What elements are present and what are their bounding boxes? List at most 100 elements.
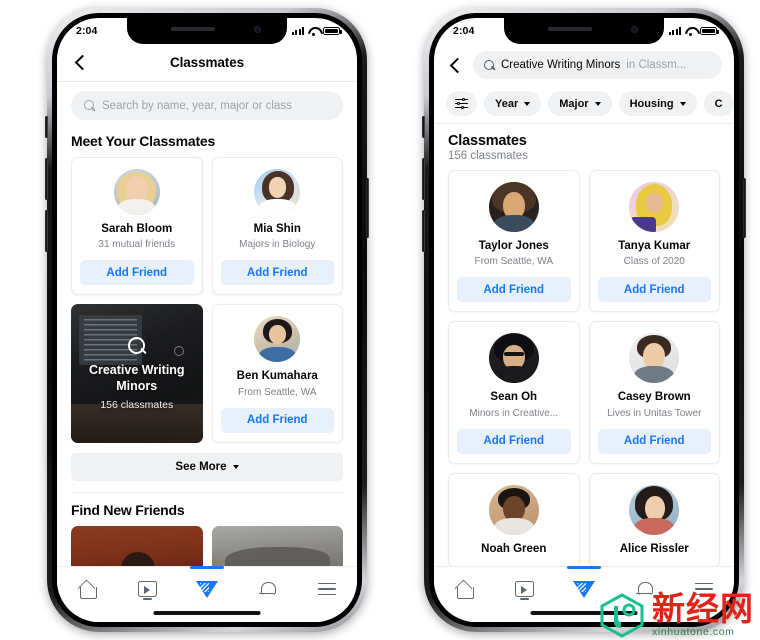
classmate-card[interactable]: Noah Green (448, 472, 580, 569)
battery-icon (700, 26, 719, 36)
classmate-card[interactable]: Sean Oh Minors in Creative... Add Friend (448, 321, 580, 464)
search-container: Search by name, year, major or class (57, 82, 357, 124)
classmate-card[interactable]: Tanya Kumar Class of 2020 Add Friend (588, 170, 720, 313)
watch-video-icon (514, 581, 534, 600)
avatar (488, 484, 539, 535)
silent-switch[interactable] (422, 116, 425, 138)
search-input[interactable]: Creative Writing Minors in Classm... (473, 51, 722, 79)
avatar (629, 484, 680, 535)
search-input[interactable]: Search by name, year, major or class (71, 91, 343, 120)
see-more-button[interactable]: See More (71, 452, 343, 481)
home-icon (78, 581, 97, 599)
home-indicator[interactable] (530, 611, 638, 615)
chevron-down-icon (594, 101, 601, 106)
phone-left: 2:04 Classmates Search by name, year, ma… (45, 8, 369, 632)
classmate-card-grid: Taylor Jones From Seattle, WA Add Friend (434, 170, 734, 569)
classmate-name: Casey Brown (617, 391, 691, 404)
classmate-card[interactable]: Mia Shin Majors in Biology Add Friend (211, 157, 343, 296)
search-placeholder: Search by name, year, major or class (102, 99, 292, 112)
scroll-content[interactable]: Meet Your Classmates Sarah Bloom 31 mutu… (57, 124, 357, 622)
classmate-card[interactable]: Taylor Jones From Seattle, WA Add Friend (448, 170, 580, 313)
notch (127, 18, 287, 44)
add-friend-button[interactable]: Add Friend (457, 277, 571, 303)
classmate-card[interactable]: Casey Brown Lives in Unitas Tower Add Fr… (588, 321, 720, 464)
volume-down-button[interactable] (422, 210, 425, 252)
avatar (488, 333, 539, 384)
group-card-creative-writing-minors[interactable]: Creative Writing Minors 156 classmates (71, 304, 203, 443)
volume-up-button[interactable] (422, 158, 425, 200)
group-title: Creative Writing Minors (88, 363, 185, 394)
tab-home[interactable] (67, 576, 107, 602)
groups-triangle-icon (196, 580, 218, 598)
earpiece-speaker (171, 27, 215, 31)
avatar (113, 169, 160, 215)
tab-groups[interactable] (564, 566, 604, 602)
front-camera (631, 26, 638, 33)
classmate-card[interactable]: Alice Rissler (588, 472, 720, 569)
add-friend-button[interactable]: Add Friend (220, 407, 334, 433)
tab-watch[interactable] (504, 576, 544, 602)
filter-chip-label: Major (559, 97, 589, 110)
phone-right: 2:04 Creative Writing Minors in Classm..… (422, 8, 746, 632)
back-chevron-icon[interactable] (71, 53, 91, 73)
add-friend-button[interactable]: Add Friend (597, 428, 711, 454)
screenshot-stage: 2:04 Classmates Search by name, year, ma… (0, 0, 760, 640)
tab-groups[interactable] (187, 566, 227, 602)
classroom-detail (174, 345, 185, 356)
status-clock: 2:04 (453, 25, 475, 37)
classmate-subtitle: From Seattle, WA (474, 256, 554, 268)
tab-notifications[interactable] (247, 576, 287, 602)
filter-chip-label: Housing (629, 97, 674, 110)
filter-chip-year[interactable]: Year (484, 91, 542, 116)
power-button[interactable] (743, 178, 746, 238)
navigation-bar: Classmates (57, 44, 357, 82)
group-member-count: 156 classmates (100, 398, 174, 411)
tab-watch[interactable] (127, 576, 167, 602)
phone-bezel: 2:04 Classmates Search by name, year, ma… (52, 13, 362, 627)
filter-settings-chip[interactable] (446, 91, 477, 116)
filter-chip-partial[interactable]: C (703, 91, 734, 116)
back-chevron-icon[interactable] (446, 55, 466, 75)
active-tab-indicator (190, 566, 224, 569)
page-title: Classmates (169, 55, 245, 70)
power-button[interactable] (366, 178, 369, 238)
tab-notifications[interactable] (624, 576, 664, 602)
section-heading-meet-classmates: Meet Your Classmates (71, 133, 216, 149)
section-heading-classmates: Classmates (448, 133, 527, 149)
front-camera (254, 26, 261, 33)
classmate-subtitle: From Seattle, WA (237, 386, 317, 398)
status-indicators (292, 26, 342, 36)
filter-chip-row[interactable]: Year Major Housing C (434, 86, 734, 124)
scroll-content[interactable]: Classmates 156 classmates Taylor Jones F… (434, 124, 734, 622)
bell-icon (259, 581, 276, 598)
avatar (254, 316, 301, 363)
classmate-name: Sean Oh (490, 391, 538, 404)
wifi-icon (685, 27, 696, 36)
classmate-card[interactable]: Ben Kumahara From Seattle, WA Add Friend (211, 304, 343, 443)
classmate-subtitle: Minors in Creative... (469, 407, 559, 419)
add-friend-button[interactable]: Add Friend (80, 260, 194, 286)
volume-up-button[interactable] (45, 158, 48, 200)
chevron-down-icon (232, 464, 239, 469)
tab-menu[interactable] (684, 576, 724, 602)
classmate-card-grid: Sarah Bloom 31 mutual friends Add Friend (57, 157, 357, 443)
add-friend-button[interactable]: Add Friend (220, 260, 334, 286)
tab-menu[interactable] (307, 576, 347, 602)
phone-bezel: 2:04 Creative Writing Minors in Classm..… (429, 13, 739, 627)
search-icon (484, 59, 495, 71)
home-indicator[interactable] (153, 611, 261, 615)
add-friend-button[interactable]: Add Friend (457, 428, 571, 454)
filter-chip-major[interactable]: Major (548, 91, 612, 116)
filter-chip-housing[interactable]: Housing (618, 91, 697, 116)
silent-switch[interactable] (45, 116, 48, 138)
filter-sliders-icon (455, 97, 468, 109)
tab-home[interactable] (444, 576, 484, 602)
classmate-card[interactable]: Sarah Bloom 31 mutual friends Add Friend (71, 157, 203, 296)
search-icon (127, 336, 147, 356)
chevron-down-icon (679, 101, 686, 106)
filter-chip-label: Year (495, 97, 519, 110)
search-icon (84, 100, 95, 111)
add-friend-button[interactable]: Add Friend (597, 277, 711, 303)
volume-down-button[interactable] (45, 210, 48, 252)
home-icon (455, 581, 474, 599)
